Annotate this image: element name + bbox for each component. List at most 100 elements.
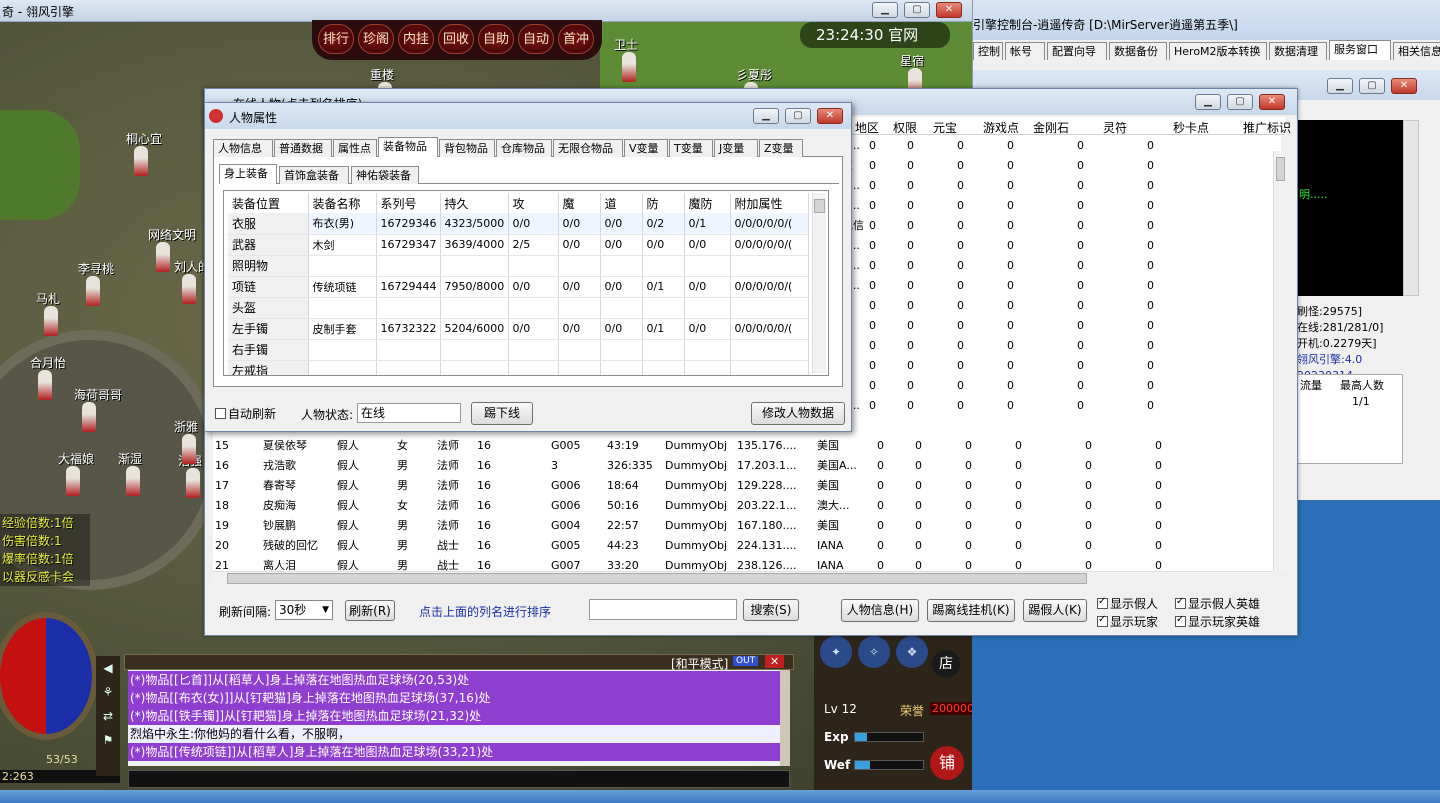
table-row[interactable]: 国000000 (829, 295, 1205, 315)
table-row[interactable]: 国电信000000 (829, 215, 1205, 235)
table-row[interactable]: 15 夏侯依琴 假人 女 法师 16 G005 43:19 DummyObj 135.176...… (213, 435, 1213, 455)
online-maximize-button[interactable]: ▢ (1227, 94, 1253, 110)
online-close-button[interactable]: ✕ (1259, 94, 1285, 110)
character-name[interactable]: 浙雅 (174, 418, 198, 435)
chat-input[interactable] (128, 770, 790, 788)
online-column-header[interactable]: 灵符 (1103, 119, 1127, 136)
console-tab[interactable]: 帐号 (1005, 42, 1045, 60)
equip-v-scrollbar[interactable] (812, 193, 826, 373)
character-name[interactable]: 星宿 (900, 52, 924, 69)
game-top-button[interactable]: 排行 (318, 24, 354, 54)
online-column-header[interactable]: 权限 (893, 119, 917, 136)
props-minimize-button[interactable]: ▁ (753, 108, 779, 124)
character-figure[interactable] (622, 52, 636, 82)
game-maximize-button[interactable]: ▢ (904, 2, 930, 18)
character-figure[interactable] (134, 146, 148, 176)
table-row[interactable]: 19 钞展鹏 假人 男 法师 16 G004 22:57 DummyObj 167.180....… (213, 515, 1213, 535)
table-row[interactable]: 17 春寄琴 假人 男 法师 16 G006 18:64 DummyObj 129.228....… (213, 475, 1213, 495)
props-tab[interactable]: 人物信息 (213, 139, 273, 157)
props-tab[interactable]: 无限仓物品 (553, 139, 623, 157)
equip-column-header[interactable]: 装备名称 (308, 193, 377, 213)
table-row[interactable]: 国000000 (829, 315, 1205, 335)
character-name[interactable]: 海荷哥哥 (74, 386, 122, 403)
equip-row[interactable]: 照明物 (228, 255, 809, 277)
group-icon[interactable]: ⚘ (96, 680, 120, 704)
online-column-header[interactable]: 秒卡点 (1173, 119, 1209, 136)
online-column-header[interactable]: 游戏点 (983, 119, 1019, 136)
search-button[interactable]: 搜索(S) (743, 599, 799, 621)
table-row[interactable]: 18 皮痴海 假人 女 法师 16 G006 50:16 DummyObj 203.22.1...… (213, 495, 1213, 515)
console-maximize-button[interactable]: ▢ (1359, 78, 1385, 94)
character-figure[interactable] (126, 466, 140, 496)
table-row[interactable]: 国A...000000 (829, 275, 1205, 295)
table-row[interactable]: 国000000 (829, 335, 1205, 355)
online-v-scrollbar[interactable] (1273, 151, 1287, 571)
console-tab[interactable]: 配置向导 (1047, 42, 1107, 60)
character-name[interactable]: 彡夏彤 (736, 66, 772, 83)
game-top-button[interactable]: 首冲 (558, 24, 594, 54)
props-tab[interactable]: 属性点 (333, 139, 377, 157)
show-player-hero-check[interactable]: 显示玩家英雄 (1175, 613, 1260, 630)
table-row[interactable]: 国A...000000 (829, 195, 1205, 215)
props-tab[interactable]: Z变量 (759, 139, 803, 157)
props-tab[interactable]: 背包物品 (439, 139, 495, 157)
props-subtab[interactable]: 首饰盒装备 (279, 166, 349, 184)
props-tab[interactable]: J变量 (714, 139, 758, 157)
character-name[interactable]: 马札 (36, 290, 60, 307)
equip-row[interactable]: 左戒指 (228, 360, 809, 375)
table-row[interactable]: 16 戎浩歌 假人 男 法师 16 3 326:335 DummyObj 17.203.1... 美… (213, 455, 1213, 475)
equip-column-header[interactable]: 攻 (508, 193, 559, 213)
show-fake-check[interactable]: 显示假人 (1097, 595, 1158, 612)
equip-row[interactable]: 衣服 布衣(男) 16729346 4323/5000 0/0 0/0 0/0 0/2 0/1 0… (228, 213, 809, 235)
character-name[interactable]: 卫士 (614, 36, 638, 53)
equip-column-header[interactable]: 魔 (558, 193, 601, 213)
chat-scrollbar[interactable] (780, 670, 790, 766)
props-tab[interactable]: V变量 (624, 139, 668, 157)
equip-column-header[interactable]: 附加属性 (730, 193, 809, 213)
equip-column-header[interactable]: 系列号 (376, 193, 441, 213)
character-figure[interactable] (44, 306, 58, 336)
game-top-button[interactable]: 内挂 (398, 24, 434, 54)
console-tab[interactable]: HeroM2版本转换 (1169, 42, 1267, 60)
auto-refresh-check[interactable]: 自动刷新 (215, 405, 276, 422)
equip-column-header[interactable]: 魔防 (684, 193, 731, 213)
character-figure[interactable] (38, 370, 52, 400)
refresh-interval-select[interactable]: 30秒 ▼ (275, 600, 333, 620)
equip-column-header[interactable]: 道 (600, 193, 643, 213)
character-name[interactable]: 李寻桃 (78, 260, 114, 277)
console-tab[interactable]: 数据备份 (1109, 42, 1167, 60)
guild-icon[interactable]: ⚑ (96, 728, 120, 752)
props-close-button[interactable]: ✕ (817, 108, 843, 124)
character-figure[interactable] (186, 468, 200, 498)
game-top-button[interactable]: 自助 (478, 24, 514, 54)
status-field[interactable]: 在线 (357, 403, 461, 423)
sound-icon[interactable]: ◀ (96, 656, 120, 680)
character-figure[interactable] (182, 274, 196, 304)
character-figure[interactable] (86, 276, 100, 306)
game-minimize-button[interactable]: ▁ (872, 2, 898, 18)
equip-row[interactable]: 右手镯 (228, 339, 809, 361)
character-figure[interactable] (156, 242, 170, 272)
equip-row[interactable]: 武器 木剑 16729347 3639/4000 2/5 0/0 0/0 0/0 0/0 0/0/… (228, 234, 809, 256)
console-tab[interactable]: 控制 (973, 42, 1003, 60)
skill-icon-3[interactable]: ❖ (896, 636, 928, 668)
character-figure[interactable] (82, 402, 96, 432)
game-top-button[interactable]: 回收 (438, 24, 474, 54)
trade-icon[interactable]: ⇄ (96, 704, 120, 728)
search-input[interactable] (589, 599, 737, 620)
chat-close-button[interactable]: ✕ (765, 655, 785, 668)
props-tab[interactable]: 仓库物品 (496, 139, 552, 157)
equip-row[interactable]: 左手镯 皮制手套 16732322 5204/6000 0/0 0/0 0/0 0/1 0/0 0… (228, 318, 809, 340)
skill-icon-2[interactable]: ✧ (858, 636, 890, 668)
table-row[interactable]: 20 残破的回忆 假人 男 战士 16 G005 44:23 DummyObj 224.131..… (213, 535, 1213, 555)
show-player-check[interactable]: 显示玩家 (1097, 613, 1158, 630)
online-column-header[interactable]: 地区 (855, 119, 879, 136)
shop-button[interactable]: 店 (932, 650, 960, 678)
online-column-header[interactable]: 推广标识 (1243, 119, 1291, 136)
props-tab[interactable]: T变量 (669, 139, 713, 157)
props-maximize-button[interactable]: ▢ (785, 108, 811, 124)
console-tab[interactable]: 数据清理 (1269, 42, 1327, 60)
console-log-scrollbar[interactable] (1403, 120, 1419, 296)
table-row[interactable]: 国A...000000 (829, 255, 1205, 275)
console-tab[interactable]: 服务窗口 (1329, 40, 1391, 60)
